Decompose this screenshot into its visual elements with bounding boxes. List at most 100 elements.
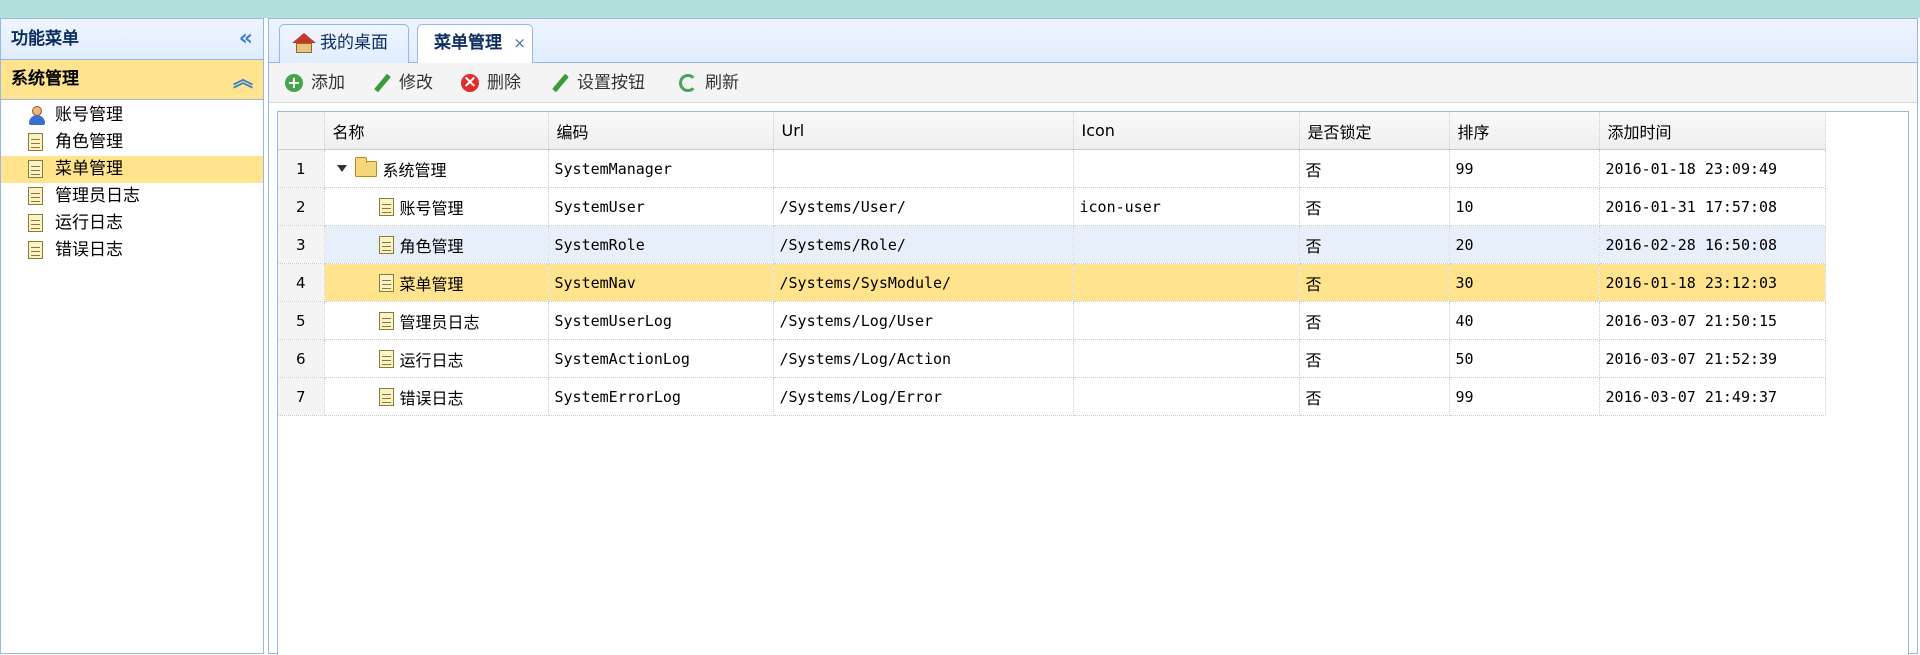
table-row[interactable]: 6 运行日志 SystemActionLog /Systems/Log/Acti… [278,339,1826,378]
table-header-row: 名称 编码 Url Icon 是否锁定 排序 添加时间 [278,112,1826,150]
column-header-locked[interactable]: 是否锁定 [1299,112,1450,150]
table-row[interactable]: 7 错误日志 SystemErrorLog /Systems/Log/Error… [278,377,1826,416]
collapse-left-icon[interactable]: « [239,19,253,59]
name-text: 菜单管理 [399,274,464,294]
tab-label: 菜单管理 [434,33,502,53]
url-cell: /Systems/SysModule/ [773,263,1074,302]
sidebar-item-error-log[interactable]: 错误日志 [1,237,263,264]
locked-cell: 否 [1299,377,1450,416]
sort-cell: 10 [1449,187,1600,226]
accordion-title: 系统管理 [11,69,79,89]
tab-menu-management[interactable]: 菜单管理 × [417,24,533,64]
code-cell: SystemActionLog [548,339,774,378]
sidebar-item-label: 账号管理 [55,105,123,125]
document-icon [378,235,394,254]
sort-cell: 50 [1449,339,1600,378]
table-row[interactable]: 2 账号管理 SystemUser /Systems/User/ icon-us… [278,187,1826,226]
tab-desktop[interactable]: 我的桌面 [279,24,409,63]
refresh-button-label: 刷新 [705,73,739,93]
icon-cell [1073,301,1300,340]
close-icon[interactable]: × [513,25,526,62]
row-number: 3 [278,225,325,264]
user-icon [28,106,46,125]
url-cell: /Systems/Log/Error [773,377,1074,416]
delete-button[interactable]: 删除 [461,63,521,103]
time-cell: 2016-01-31 17:57:08 [1599,187,1826,226]
pencil-icon [551,74,569,92]
column-header-icon[interactable]: Icon [1073,112,1300,150]
column-header-sort[interactable]: 排序 [1449,112,1600,150]
column-header-url[interactable]: Url [773,112,1074,150]
chevron-up-icon[interactable]: ︽ [233,60,253,99]
edit-button[interactable]: 修改 [373,63,433,103]
set-buttons-label: 设置按钮 [577,73,645,93]
sidebar-item-label: 角色管理 [55,132,123,152]
time-cell: 2016-03-07 21:49:37 [1599,377,1826,416]
menu-tree-grid: 名称 编码 Url Icon 是否锁定 排序 添加时间 1 系统管理 Syste… [277,111,1909,655]
document-icon [28,160,43,178]
url-cell: /Systems/Role/ [773,225,1074,264]
url-cell [773,149,1074,188]
name-text: 错误日志 [399,388,464,408]
row-number: 1 [278,149,325,188]
set-buttons-button[interactable]: 设置按钮 [551,63,645,103]
tab-bar: 我的桌面 菜单管理 × [269,19,1917,64]
sidebar-item-account[interactable]: 账号管理 [1,102,263,129]
document-icon [28,133,43,151]
panel-title: 功能菜单 [11,29,79,49]
locked-cell: 否 [1299,301,1450,340]
row-number: 6 [278,339,325,378]
expand-arrow-icon[interactable] [336,165,347,172]
sidebar-item-admin-log[interactable]: 管理员日志 [1,183,263,210]
locked-cell: 否 [1299,339,1450,378]
sidebar-item-label: 管理员日志 [55,186,140,206]
locked-cell: 否 [1299,225,1450,264]
tab-label: 我的桌面 [320,33,388,53]
document-icon [378,311,394,330]
document-icon [28,214,43,232]
sort-cell: 40 [1449,301,1600,340]
sidebar-item-run-log[interactable]: 运行日志 [1,210,263,237]
document-icon [28,187,43,205]
accordion-header-system[interactable]: 系统管理 ︽ [1,60,263,100]
sort-cell: 99 [1449,149,1600,188]
time-cell: 2016-03-07 21:52:39 [1599,339,1826,378]
sidebar-item-role[interactable]: 角色管理 [1,129,263,156]
code-cell: SystemUserLog [548,301,774,340]
add-button[interactable]: 添加 [285,63,345,103]
table-row[interactable]: 5 管理员日志 SystemUserLog /Systems/Log/User … [278,301,1826,340]
name-cell: 管理员日志 [324,301,549,340]
icon-cell: icon-user [1073,187,1300,226]
panel-header: 功能菜单 « [1,19,263,60]
locked-cell: 否 [1299,263,1450,302]
time-cell: 2016-01-18 23:12:03 [1599,263,1826,302]
name-cell: 角色管理 [324,225,549,264]
code-cell: SystemRole [548,225,774,264]
name-text: 系统管理 [382,160,447,180]
icon-cell [1073,149,1300,188]
row-number: 5 [278,301,325,340]
table-row[interactable]: 1 系统管理 SystemManager 否 99 2016-01-18 23:… [278,149,1826,188]
table-row-selected[interactable]: 4 菜单管理 SystemNav /Systems/SysModule/ 否 3… [278,263,1826,302]
table-row[interactable]: 3 角色管理 SystemRole /Systems/Role/ 否 20 20… [278,225,1826,264]
add-button-label: 添加 [311,73,345,93]
refresh-button[interactable]: 刷新 [679,63,739,103]
name-cell: 菜单管理 [324,263,549,302]
document-icon [378,197,394,216]
url-cell: /Systems/Log/Action [773,339,1074,378]
document-icon [378,387,394,406]
code-cell: SystemManager [548,149,774,188]
column-header-name[interactable]: 名称 [324,112,549,150]
document-icon [28,241,43,259]
sort-cell: 30 [1449,263,1600,302]
time-cell: 2016-02-28 16:50:08 [1599,225,1826,264]
function-menu-panel: 功能菜单 « 系统管理 ︽ 账号管理 角色管理 菜单管理 管理员日志 运行日志 … [0,18,264,654]
sidebar-item-label: 菜单管理 [55,159,123,179]
sidebar-item-menu[interactable]: 菜单管理 [1,156,263,183]
locked-cell: 否 [1299,149,1450,188]
locked-cell: 否 [1299,187,1450,226]
column-header-time[interactable]: 添加时间 [1599,112,1826,150]
name-text: 角色管理 [399,236,464,256]
column-header-code[interactable]: 编码 [548,112,774,150]
nav-tree: 账号管理 角色管理 菜单管理 管理员日志 运行日志 错误日志 [1,100,263,264]
